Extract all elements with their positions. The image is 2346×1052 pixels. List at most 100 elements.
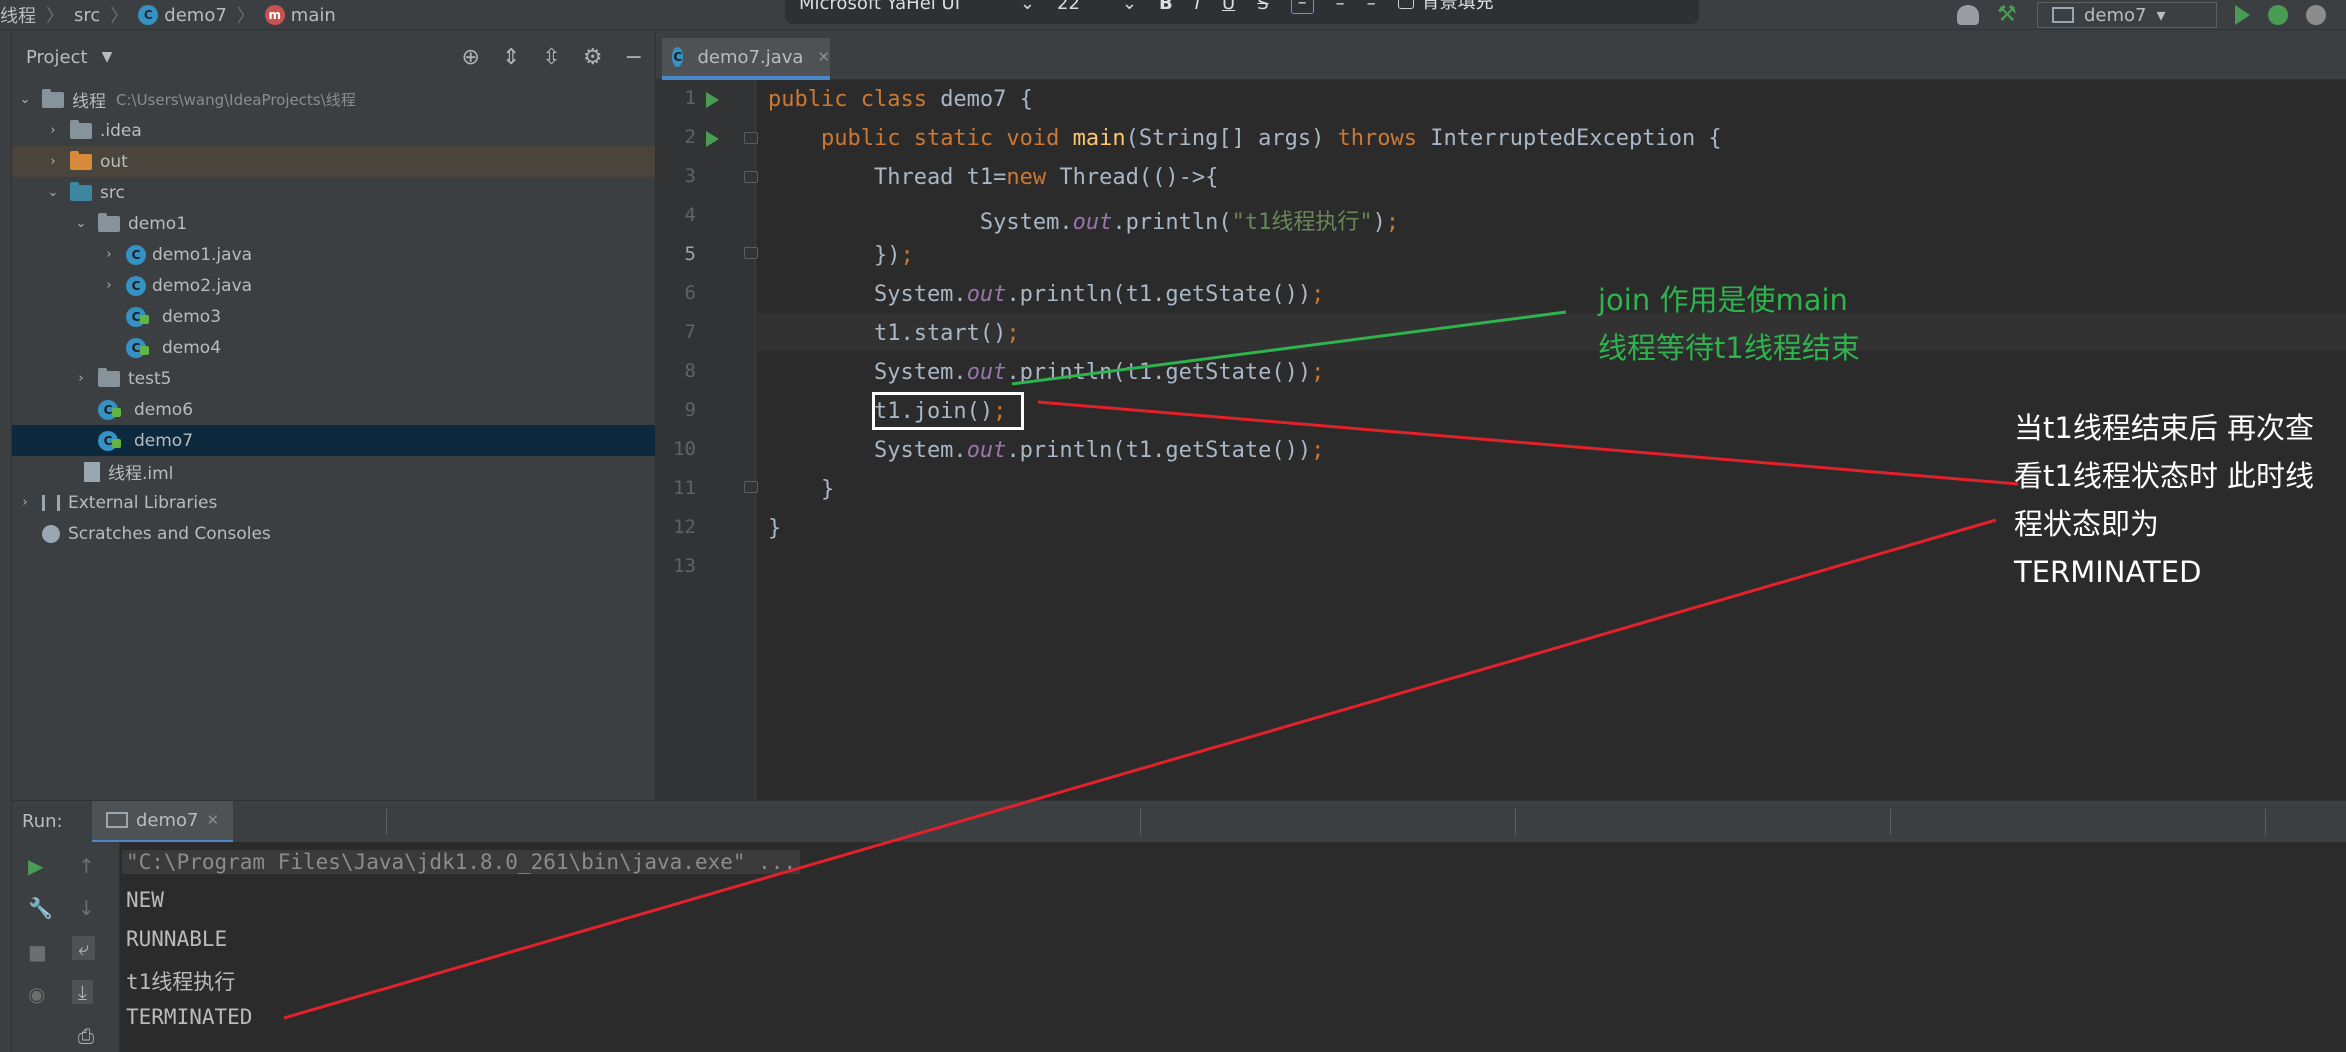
- close-icon[interactable]: ✕: [817, 48, 830, 66]
- font-family-select[interactable]: Microsoft YaHei UI ⌄: [799, 0, 1035, 14]
- rerun-icon[interactable]: ▶: [28, 854, 43, 878]
- run-class-gutter-icon[interactable]: [706, 92, 719, 108]
- strikethrough-button[interactable]: S: [1257, 0, 1268, 14]
- collapsed-arrow-icon[interactable]: ›: [102, 278, 116, 293]
- italic-button[interactable]: I: [1195, 0, 1200, 14]
- project-tree: ⌄ 线程 C:\Users\wang\IdeaProjects\线程 › .id…: [12, 84, 655, 549]
- collapsed-arrow-icon[interactable]: ›: [102, 247, 116, 262]
- tree-item-demo7[interactable]: C demo7: [12, 425, 655, 456]
- collapse-all-icon[interactable]: ⇳: [542, 45, 560, 70]
- tree-item-label: test5: [128, 368, 172, 389]
- debug-icon[interactable]: [2268, 5, 2288, 25]
- code-line-12: }: [768, 516, 782, 541]
- expand-all-icon[interactable]: ⇕: [502, 45, 520, 70]
- down-arrow-icon[interactable]: ↓: [78, 896, 95, 920]
- code-line-1: public class demo7 {: [768, 87, 1033, 112]
- tree-item-label: demo2.java: [152, 275, 253, 296]
- fold-marker-icon[interactable]: [744, 481, 758, 493]
- build-hammer-icon[interactable]: ⚒: [1997, 4, 2019, 26]
- breadcrumb-folder-label: src: [74, 4, 101, 26]
- bold-button[interactable]: B: [1159, 0, 1173, 14]
- fold-marker-icon[interactable]: [744, 132, 758, 144]
- background-fill-checkbox[interactable]: 背景填充: [1397, 0, 1494, 14]
- line-number: 1: [684, 87, 696, 109]
- tree-item-demo1-package[interactable]: ⌄ demo1: [12, 208, 655, 239]
- breadcrumb-method[interactable]: m main: [264, 5, 336, 26]
- run-panel-body: ▶ ↑ 🔧 ↓ ■ ⤶ ◉ ⤓ ⎙ "C:\Program Files\Java…: [12, 842, 2346, 1052]
- line-number: 12: [673, 516, 696, 538]
- camera-icon[interactable]: ◉: [28, 982, 45, 1006]
- tree-item-iml[interactable]: 线程.iml: [12, 456, 655, 487]
- collapsed-arrow-icon[interactable]: ›: [46, 154, 60, 169]
- stop-icon[interactable]: ■: [28, 940, 47, 964]
- scroll-to-end-icon[interactable]: ⤓: [72, 980, 93, 1004]
- expanded-arrow-icon[interactable]: ⌄: [18, 92, 32, 107]
- tree-item-test5-package[interactable]: › test5: [12, 363, 655, 394]
- class-icon: C: [126, 275, 146, 296]
- breadcrumb-separator: 〉: [46, 6, 64, 27]
- folder-icon: [70, 119, 92, 139]
- print-icon[interactable]: ⎙: [78, 1024, 94, 1048]
- breadcrumb-project[interactable]: 线程: [0, 2, 36, 28]
- locate-icon[interactable]: ⊕: [462, 45, 480, 70]
- line-number: 7: [684, 321, 696, 343]
- tree-item-external-libraries[interactable]: › External Libraries: [12, 487, 655, 518]
- divider: [386, 809, 387, 835]
- tree-item-root[interactable]: ⌄ 线程 C:\Users\wang\IdeaProjects\线程: [12, 84, 655, 115]
- tree-item-label: demo3: [162, 306, 222, 327]
- console-output-line: NEW: [126, 888, 164, 912]
- collapsed-arrow-icon[interactable]: ›: [74, 371, 88, 386]
- left-tool-strip: [0, 30, 12, 1052]
- font-size-select[interactable]: 22 ⌄: [1057, 0, 1137, 14]
- fold-marker-icon[interactable]: [744, 171, 758, 183]
- tree-item-scratches[interactable]: Scratches and Consoles: [12, 518, 655, 549]
- tree-item-demo6[interactable]: C demo6: [12, 394, 655, 425]
- run-icon[interactable]: [2235, 5, 2250, 25]
- soft-wrap-icon[interactable]: ⤶: [72, 936, 96, 960]
- expanded-arrow-icon[interactable]: ⌄: [74, 216, 88, 231]
- project-panel: Project ▼ ⊕ ⇕ ⇳ ⚙ − ⌄ 线程 C:\Users\wang\I…: [12, 30, 656, 800]
- tab-demo7-java[interactable]: C demo7.java ✕: [662, 38, 830, 80]
- line-number: 6: [684, 282, 696, 304]
- package-icon: [98, 212, 120, 232]
- line-number: 4: [684, 204, 696, 226]
- tree-item-demo3[interactable]: C demo3: [12, 301, 655, 332]
- tree-item-demo4[interactable]: C demo4: [12, 332, 655, 363]
- font-family-value: Microsoft YaHei UI: [799, 0, 960, 14]
- divider: [1515, 809, 1516, 835]
- wrench-icon[interactable]: 🔧: [28, 896, 53, 920]
- annotation-line: 线程等待t1线程结束: [1598, 331, 1860, 365]
- project-panel-title[interactable]: Project: [26, 47, 88, 68]
- collapsed-arrow-icon[interactable]: ›: [18, 495, 32, 510]
- align-center-button[interactable]: –: [1336, 0, 1345, 14]
- breadcrumb-folder[interactable]: src: [74, 5, 100, 26]
- coverage-icon[interactable]: [2306, 5, 2326, 25]
- run-panel-toolbar: ▶ ↑ 🔧 ↓ ■ ⤶ ◉ ⤓ ⎙: [12, 842, 120, 1052]
- tree-item-out[interactable]: › out: [12, 146, 655, 177]
- breadcrumb-class[interactable]: Cdemo7: [138, 5, 227, 26]
- align-left-button[interactable]: –: [1290, 0, 1314, 14]
- tree-item-label: .idea: [100, 120, 142, 141]
- minimize-icon[interactable]: −: [625, 45, 643, 70]
- align-right-button[interactable]: –: [1367, 0, 1376, 14]
- gear-icon[interactable]: ⚙: [583, 45, 603, 70]
- run-tab-demo7[interactable]: demo7 ✕: [92, 800, 234, 843]
- underline-button[interactable]: U: [1222, 0, 1235, 14]
- tree-item-demo1-java[interactable]: › C demo1.java: [12, 239, 655, 270]
- tree-item-src[interactable]: ⌄ src: [12, 177, 655, 208]
- up-arrow-icon[interactable]: ↑: [78, 854, 95, 878]
- close-icon[interactable]: ✕: [207, 811, 220, 829]
- expanded-arrow-icon[interactable]: ⌄: [46, 185, 60, 200]
- excluded-folder-icon: [70, 150, 92, 170]
- collapsed-arrow-icon[interactable]: ›: [46, 123, 60, 138]
- runnable-class-icon: C: [126, 337, 149, 358]
- user-icon[interactable]: [1957, 5, 1979, 25]
- tree-item-idea[interactable]: › .idea: [12, 115, 655, 146]
- run-main-gutter-icon[interactable]: [706, 131, 719, 147]
- fold-marker-icon[interactable]: [744, 247, 758, 259]
- divider: [1890, 809, 1891, 835]
- run-configuration-select[interactable]: demo7 ▾: [2037, 2, 2217, 28]
- chevron-down-icon[interactable]: ▼: [102, 49, 113, 65]
- tree-item-label: 线程.iml: [108, 464, 174, 484]
- tree-item-demo2-java[interactable]: › C demo2.java: [12, 270, 655, 301]
